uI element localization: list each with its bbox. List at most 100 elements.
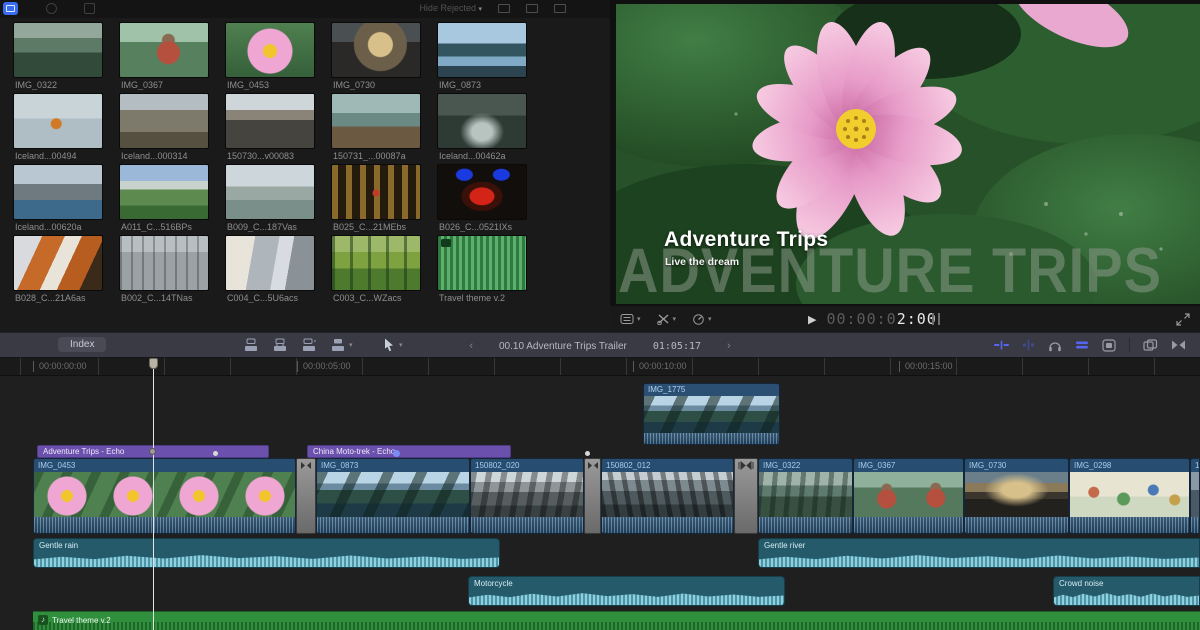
snapping-icon[interactable] <box>1075 339 1089 351</box>
clip-label: Iceland...00620a <box>15 222 82 232</box>
append-clip-icon[interactable] <box>301 338 317 352</box>
video-clip[interactable]: 150802_012 <box>601 458 734 534</box>
chevron-down-icon: ▾ <box>672 316 677 323</box>
audio-clip[interactable]: Motorcycle <box>468 576 785 606</box>
media-item[interactable]: IMG_0367 <box>119 22 209 90</box>
media-item[interactable]: B026_C...0521IXs <box>437 164 527 232</box>
chevron-down-icon: ▾ <box>349 342 353 349</box>
marker[interactable] <box>213 451 218 456</box>
clip-thumbnail <box>225 164 315 220</box>
music-clip[interactable]: ♪ Travel theme v.2 <box>33 611 1200 630</box>
clip-label: A011_C...516BPs <box>121 222 192 232</box>
transition-clip[interactable] <box>584 458 601 534</box>
clip-label: IMG_0367 <box>121 80 164 90</box>
clip-appearance-icon[interactable] <box>1102 338 1116 352</box>
select-tool-button[interactable]: ▾ <box>383 338 403 352</box>
timeline-ruler[interactable]: 00:00:00:00 00:00:05:00 00:00:10:00 00:0… <box>0 358 1200 376</box>
video-clip[interactable]: IMG_0453 <box>33 458 296 534</box>
audio-clip[interactable]: Crowd noise <box>1053 576 1200 606</box>
media-item[interactable]: IMG_0322 <box>13 22 103 90</box>
media-item[interactable]: 150730...v00083 <box>225 93 315 161</box>
overwrite-clip-button[interactable]: ▾ <box>330 338 353 352</box>
title-clip[interactable]: China Moto-trek - Echo <box>307 445 511 458</box>
marker-blue[interactable] <box>393 450 400 457</box>
media-item[interactable]: Travel theme v.2 <box>437 235 527 303</box>
video-clip[interactable]: IMG_0298 <box>1069 458 1190 534</box>
sliders-icon[interactable] <box>526 4 538 13</box>
clip-label: C004_C...5U6acs <box>227 293 299 303</box>
chevron-down-icon: ▾ <box>478 6 482 13</box>
media-item[interactable]: C004_C...5U6acs <box>225 235 315 303</box>
clip-label: B025_C...21MEbs <box>333 222 407 232</box>
audio-clip[interactable]: Gentle rain <box>33 538 500 568</box>
clip-thumbnail <box>225 235 315 291</box>
connected-clip[interactable]: IMG_1775 <box>643 383 780 445</box>
media-item[interactable]: A011_C...516BPs <box>119 164 209 232</box>
clip-filmstrip <box>1191 472 1199 517</box>
bookmark-filter-icon[interactable] <box>84 3 95 14</box>
video-clip[interactable]: 150802_020 <box>470 458 584 534</box>
media-item[interactable]: Iceland...00494 <box>13 93 103 161</box>
media-item[interactable]: C003_C...WZacs <box>331 235 421 303</box>
video-clip[interactable]: IMG_0367 <box>853 458 964 534</box>
clip-filmstrip <box>317 472 469 517</box>
clock-filter-icon[interactable] <box>46 3 57 14</box>
playhead[interactable] <box>153 358 154 630</box>
audio-clip[interactable]: Gentle river <box>758 538 1200 568</box>
transitions-browser-icon[interactable] <box>1171 339 1186 351</box>
effects-browser-icon[interactable] <box>1143 338 1158 352</box>
tools-button[interactable]: ▾ <box>656 313 677 325</box>
filmstrip-view-icon[interactable] <box>3 2 18 15</box>
media-item[interactable]: Iceland...000314 <box>119 93 209 161</box>
view-options-button[interactable]: ▾ <box>620 313 641 325</box>
clip-thumbnail <box>13 93 103 149</box>
media-item[interactable]: IMG_0453 <box>225 22 315 90</box>
filter-dropdown[interactable]: Hide Rejected ▾ <box>419 3 482 13</box>
audio-skimming-icon[interactable] <box>1022 339 1035 351</box>
insert-clip-icon[interactable] <box>272 338 288 352</box>
clip-thumbnail <box>13 164 103 220</box>
media-item[interactable]: B028_C...21A6as <box>13 235 103 303</box>
media-item[interactable]: B002_C...14TNas <box>119 235 209 303</box>
video-clip[interactable]: IMG_0322 <box>758 458 853 534</box>
transition-clip[interactable] <box>296 458 316 534</box>
settings-icon[interactable] <box>554 4 566 13</box>
clip-label: Travel theme v.2 <box>439 293 506 303</box>
skimming-icon[interactable] <box>994 339 1009 351</box>
fullscreen-button[interactable] <box>1176 312 1190 326</box>
marker[interactable] <box>585 451 590 456</box>
transition-icon <box>587 462 598 469</box>
timeline-toolbar: Index ▾ ▾ ‹ 00.10 Adventure Trips Traile… <box>0 332 1200 358</box>
clip-waveform <box>471 517 583 533</box>
previous-project-button[interactable]: ‹ <box>469 340 473 352</box>
play-button[interactable]: ▶ <box>808 313 816 326</box>
transition-clip[interactable] <box>734 458 758 534</box>
retime-button[interactable]: ▾ <box>692 313 712 325</box>
clip-waveform <box>1070 517 1189 533</box>
solo-headphones-icon[interactable] <box>1048 339 1062 352</box>
grid-view-icon[interactable] <box>498 4 510 13</box>
media-item[interactable]: Iceland...00620a <box>13 164 103 232</box>
video-clip[interactable]: IMG_0873 <box>316 458 470 534</box>
media-item[interactable]: B025_C...21MEbs <box>331 164 421 232</box>
media-item[interactable]: IMG_0730 <box>331 22 421 90</box>
video-clip[interactable]: IMG_0730 <box>964 458 1069 534</box>
media-item[interactable]: B009_C...187Vas <box>225 164 315 232</box>
clip-thumbnail <box>225 22 315 78</box>
connect-clip-icon[interactable] <box>243 338 259 352</box>
index-button[interactable]: Index <box>58 337 107 352</box>
clip-waveform <box>602 517 733 533</box>
media-item[interactable]: IMG_0873 <box>437 22 527 90</box>
media-item[interactable]: Iceland...00462a <box>437 93 527 161</box>
clip-label: IMG_0322 <box>15 80 58 90</box>
clip-waveform <box>317 517 469 533</box>
transition-icon <box>301 462 311 469</box>
playhead-handle[interactable] <box>149 358 158 369</box>
timecode-display[interactable]: 00:00:02:00 <box>826 310 936 328</box>
music-note-icon: ♪ <box>38 615 48 625</box>
next-project-button[interactable]: › <box>727 340 731 352</box>
video-clip[interactable]: 15... <box>1190 458 1200 534</box>
chevron-down-icon: ▾ <box>708 316 712 323</box>
media-item[interactable]: 150731_...00087a <box>331 93 421 161</box>
clip-name: Gentle river <box>764 541 806 550</box>
